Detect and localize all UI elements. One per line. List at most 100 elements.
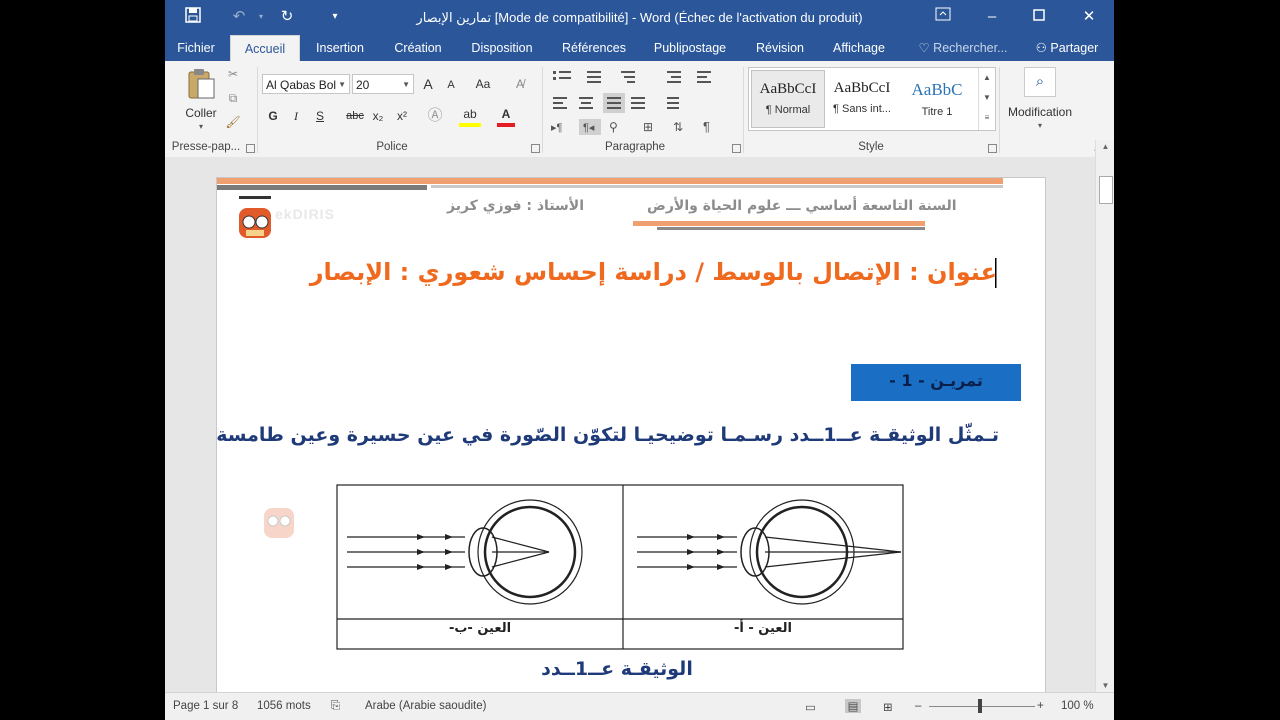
search-label: Rechercher... (933, 41, 1008, 55)
highlight-button[interactable]: ab (459, 105, 481, 127)
chevron-down-icon: ▼ (338, 80, 346, 89)
clipboard-icon (188, 69, 215, 99)
style-launcher-icon[interactable] (988, 144, 997, 153)
styles-scroll[interactable]: ▲ ▼ ≡ (978, 68, 995, 130)
style-name: ¶ Sans int... (833, 103, 891, 115)
tab-revision[interactable]: Révision (745, 35, 815, 61)
separator (999, 67, 1000, 153)
close-icon[interactable]: ✕ (1077, 7, 1101, 27)
cut-icon[interactable]: ✂ (225, 65, 241, 83)
style-name: Titre 1 (921, 106, 953, 118)
svg-text:▸¶: ▸¶ (551, 122, 563, 134)
superscript-button[interactable]: x² (393, 107, 411, 125)
style-name: ¶ Normal (765, 104, 811, 116)
maximize-icon[interactable] (1027, 7, 1051, 27)
watermark-text: ekDIRIS (275, 206, 335, 222)
tab-fichier[interactable]: Fichier (167, 35, 225, 61)
language-indicator[interactable]: Arabe (Arabie saoudite) (365, 700, 486, 712)
font-color-button[interactable]: A (497, 105, 515, 127)
proofing-icon[interactable]: ⎘ (331, 700, 340, 713)
style-preview: AaBbC (911, 80, 963, 99)
font-name-combo[interactable]: Al Qabas Bol ▼ (262, 74, 350, 94)
share-label: Partager (1050, 41, 1099, 55)
tab-publipostage[interactable]: Publipostage (645, 35, 735, 61)
change-case-button[interactable]: Aa (471, 75, 495, 93)
document-page[interactable]: الأستاذ : فوزي كريز السنة التاسعة أساسي … (216, 177, 1046, 699)
style-normal[interactable]: AaBbCcI ¶ Normal (751, 70, 825, 128)
ribbon-display-icon[interactable] (931, 7, 955, 27)
tab-creation[interactable]: Création (383, 35, 453, 61)
svg-text:¶: ¶ (703, 119, 710, 134)
paragraph-group-label: Paragraphe (604, 141, 666, 153)
eye-b-label: العين -ب- (448, 621, 512, 636)
clipboard-launcher-icon[interactable] (246, 144, 255, 153)
tab-disposition[interactable]: Disposition (461, 35, 543, 61)
scroll-down-icon[interactable]: ▼ (1096, 681, 1114, 690)
chevron-down-icon: ▼ (402, 80, 410, 89)
vertical-scrollbar[interactable]: ▲ ▼ (1095, 140, 1114, 692)
style-preview: AaBbCcI (759, 81, 817, 97)
document-header-teacher: الأستاذ : فوزي كريز (447, 198, 585, 214)
zoom-in-button[interactable]: + (1037, 700, 1044, 712)
word-window: ↶ ▾ ↻ ▾ تمارين الإبصار [Mode de compatib… (165, 0, 1114, 720)
paste-label: Coller (185, 106, 217, 120)
shrink-font-button[interactable]: A (443, 76, 459, 94)
style-no-spacing[interactable]: AaBbCcI ¶ Sans int... (826, 70, 898, 126)
figure-caption: الوثيقـة عــ1ــدد (541, 658, 693, 680)
read-mode-icon[interactable]: ▭ (805, 700, 816, 714)
style-heading-1[interactable]: AaBbC Titre 1 (901, 70, 973, 126)
style-preview: AaBbCcI (833, 80, 891, 96)
zoom-level[interactable]: 100 % (1061, 700, 1094, 712)
copy-icon[interactable]: ⧉ (225, 89, 241, 107)
tab-accueil[interactable]: Accueil (230, 35, 300, 62)
tab-references[interactable]: Références (553, 35, 635, 61)
paragraph-tools[interactable]: ▸¶ ¶◂ ⚲ ⊞ ⇅ ¶ (549, 67, 739, 135)
strikethrough-button[interactable]: abc (343, 107, 367, 125)
paste-button[interactable]: Coller ▾ (179, 67, 223, 131)
editing-button[interactable]: ⌕ Modification ▾ (1003, 67, 1077, 137)
format-painter-icon[interactable]: 🖌 (225, 113, 241, 131)
document-header-level: السنة التاسعة أساسي ـــ علوم الحياة والأ… (647, 198, 957, 214)
grow-font-button[interactable]: A (420, 75, 436, 93)
person-icon: ⚇ (1035, 41, 1047, 55)
minimize-icon[interactable]: – (980, 7, 1004, 27)
page-count[interactable]: Page 1 sur 8 (173, 700, 238, 712)
find-icon: ⌕ (1024, 67, 1056, 97)
document-title: عنوان : الإتصال بالوسط / دراسة إحساس شعو… (309, 258, 997, 286)
underline-button[interactable]: S (312, 107, 328, 125)
bold-button[interactable]: G (265, 107, 281, 125)
share-button[interactable]: ⚇ Partager (1021, 35, 1113, 61)
zoom-slider-thumb[interactable] (978, 699, 982, 713)
tab-affichage[interactable]: Affichage (823, 35, 895, 61)
print-layout-icon[interactable]: ▤ (845, 699, 861, 713)
word-count[interactable]: 1056 mots (257, 700, 311, 712)
italic-button[interactable]: I (288, 107, 304, 125)
title-bar: ↶ ▾ ↻ ▾ تمارين الإبصار [Mode de compatib… (165, 0, 1114, 35)
chevron-down-icon: ▾ (1037, 121, 1042, 130)
svg-text:⇅: ⇅ (673, 120, 683, 134)
tab-insertion[interactable]: Insertion (305, 35, 375, 61)
scroll-thumb[interactable] (1099, 176, 1113, 204)
font-launcher-icon[interactable] (531, 144, 540, 153)
font-group-label: Police (376, 141, 408, 153)
eye-a-label: العين - أ- (734, 621, 792, 636)
separator (257, 67, 258, 153)
paste-dropdown-icon: ▾ (198, 122, 203, 131)
styles-gallery: AaBbCcI ¶ Normal AaBbCcI ¶ Sans int... A… (748, 67, 996, 131)
editing-label: Modification (1007, 105, 1073, 119)
ribbon-home: Coller ▾ ✂ ⧉ 🖌 Presse-pap... Al Qabas Bo… (165, 61, 1114, 158)
window-title: تمارين الإبصار [Mode de compatibilité] -… (416, 10, 863, 25)
font-size-combo[interactable]: 20 ▼ (352, 74, 414, 94)
clear-format-icon[interactable]: A̸ (512, 75, 528, 93)
svg-text:⊞: ⊞ (643, 120, 653, 134)
text-effects-icon[interactable]: Ⓐ (427, 107, 443, 125)
zoom-out-button[interactable]: – (915, 700, 921, 712)
mascot-logo (239, 196, 271, 238)
subscript-button[interactable]: x₂ (369, 107, 387, 125)
web-layout-icon[interactable]: ⊞ (883, 700, 893, 714)
paragraph-launcher-icon[interactable] (732, 144, 741, 153)
tell-me-search[interactable]: ♡ Rechercher... (913, 35, 1013, 61)
clipboard-group-label: Presse-pap... (171, 141, 241, 153)
scroll-up-icon[interactable]: ▲ (1096, 142, 1114, 151)
zoom-slider[interactable] (929, 706, 1035, 707)
